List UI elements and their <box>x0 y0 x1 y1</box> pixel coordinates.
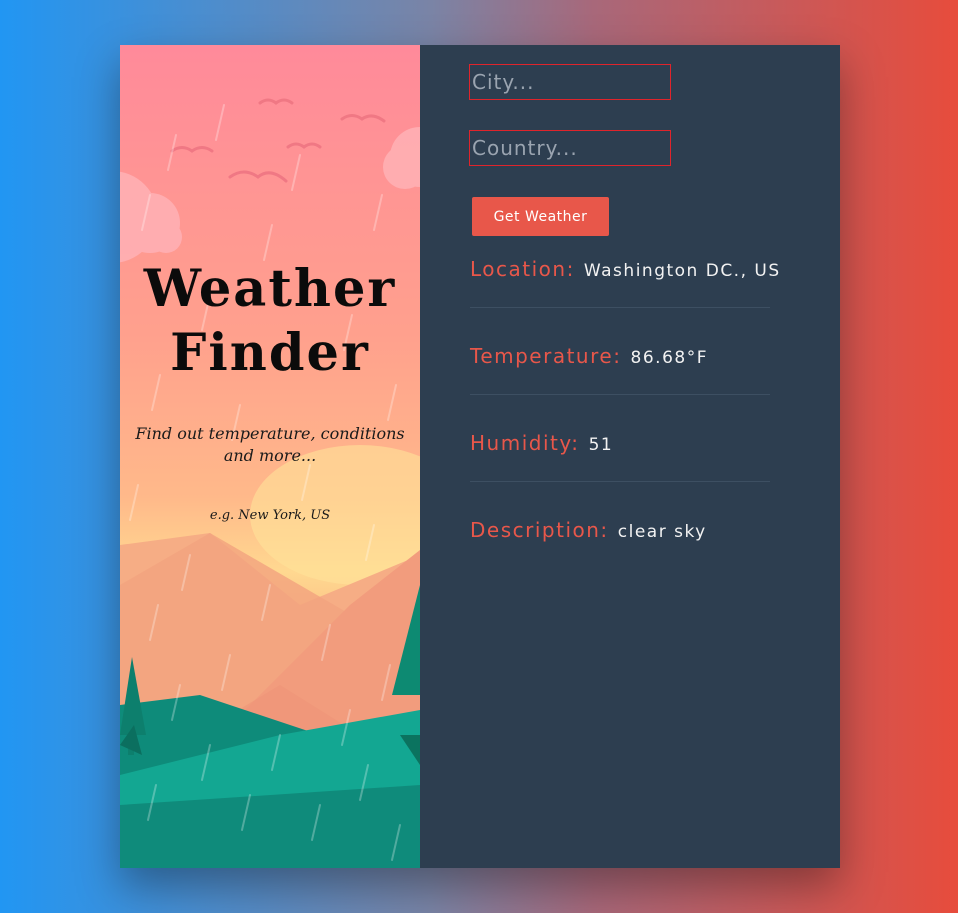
cloud-left <box>120 171 182 263</box>
cloud-right <box>383 127 420 189</box>
temperature-label: Temperature: <box>470 344 622 368</box>
description-value: clear sky <box>617 522 707 542</box>
form-panel: Get Weather Location: Washington DC., US… <box>420 45 840 868</box>
page-subtitle: Find out temperature, conditions and mor… <box>135 424 405 465</box>
example-hint: e.g. New York, US <box>209 508 331 523</box>
title-line-1: Weather <box>143 259 397 319</box>
location-value: Washington DC., US <box>583 261 781 281</box>
birds <box>170 98 386 183</box>
description-label: Description: <box>470 518 609 542</box>
temperature-value: 86.68°F <box>630 348 708 368</box>
weather-card: Weather Finder Find out temperature, con… <box>120 45 840 868</box>
description-row: Description: clear sky <box>470 518 770 558</box>
humidity-label: Humidity: <box>470 431 580 455</box>
location-label: Location: <box>470 257 575 281</box>
humidity-value: 51 <box>588 435 614 455</box>
page-title: Weather Finder <box>120 257 420 385</box>
hero-panel: Weather Finder Find out temperature, con… <box>120 45 420 868</box>
title-line-2: Finder <box>170 323 370 383</box>
get-weather-button[interactable]: Get Weather <box>472 197 609 236</box>
temperature-row: Temperature: 86.68°F <box>470 344 770 395</box>
city-input[interactable] <box>469 64 671 100</box>
humidity-row: Humidity: 51 <box>470 431 770 482</box>
country-input[interactable] <box>469 130 671 166</box>
location-row: Location: Washington DC., US <box>470 257 779 308</box>
